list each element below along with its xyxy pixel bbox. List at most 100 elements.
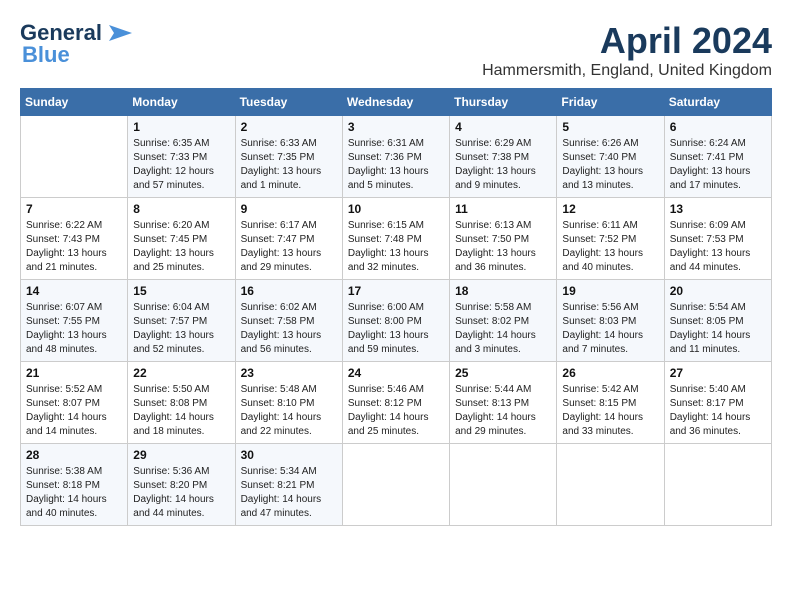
- calendar-cell: [450, 444, 557, 526]
- day-number: 17: [348, 284, 444, 298]
- header-monday: Monday: [128, 89, 235, 116]
- day-info: Sunrise: 5:44 AM Sunset: 8:13 PM Dayligh…: [455, 383, 551, 439]
- day-info: Sunrise: 5:54 AM Sunset: 8:05 PM Dayligh…: [670, 301, 766, 357]
- calendar-week-row: 28 Sunrise: 5:38 AM Sunset: 8:18 PM Dayli…: [21, 444, 772, 526]
- day-info: Sunrise: 6:11 AM Sunset: 7:52 PM Dayligh…: [562, 219, 658, 275]
- day-number: 28: [26, 448, 122, 462]
- calendar-cell: 23 Sunrise: 5:48 AM Sunset: 8:10 PM Dayli…: [235, 362, 342, 444]
- day-number: 8: [133, 202, 229, 216]
- calendar-cell: 26 Sunrise: 5:42 AM Sunset: 8:15 PM Dayli…: [557, 362, 664, 444]
- day-info: Sunrise: 5:56 AM Sunset: 8:03 PM Dayligh…: [562, 301, 658, 357]
- calendar-cell: 21Sunrise: 5:52 AM Sunset: 8:07 PM Dayli…: [21, 362, 128, 444]
- day-number: 11: [455, 202, 551, 216]
- day-number: 18: [455, 284, 551, 298]
- day-number: 5: [562, 120, 658, 134]
- day-info: Sunrise: 5:38 AM Sunset: 8:18 PM Dayligh…: [26, 465, 122, 521]
- day-info: Sunrise: 6:09 AM Sunset: 7:53 PM Dayligh…: [670, 219, 766, 275]
- day-number: 29: [133, 448, 229, 462]
- day-number: 26: [562, 366, 658, 380]
- day-number: 6: [670, 120, 766, 134]
- calendar-cell: 22Sunrise: 5:50 AM Sunset: 8:08 PM Dayli…: [128, 362, 235, 444]
- calendar-cell: 8 Sunrise: 6:20 AM Sunset: 7:45 PM Daylig…: [128, 198, 235, 280]
- calendar-cell: 16Sunrise: 6:02 AM Sunset: 7:58 PM Dayli…: [235, 280, 342, 362]
- day-info: Sunrise: 6:24 AM Sunset: 7:41 PM Dayligh…: [670, 137, 766, 193]
- calendar-cell: 27 Sunrise: 5:40 AM Sunset: 8:17 PM Dayli…: [664, 362, 771, 444]
- day-number: 24: [348, 366, 444, 380]
- calendar-cell: 13 Sunrise: 6:09 AM Sunset: 7:53 PM Dayli…: [664, 198, 771, 280]
- day-number: 30: [241, 448, 337, 462]
- day-number: 2: [241, 120, 337, 134]
- calendar-cell: [557, 444, 664, 526]
- day-info: Sunrise: 6:29 AM Sunset: 7:38 PM Dayligh…: [455, 137, 551, 193]
- day-number: 22: [133, 366, 229, 380]
- day-number: 12: [562, 202, 658, 216]
- day-number: 1: [133, 120, 229, 134]
- header-sunday: Sunday: [21, 89, 128, 116]
- day-info: Sunrise: 5:42 AM Sunset: 8:15 PM Dayligh…: [562, 383, 658, 439]
- calendar-cell: 11 Sunrise: 6:13 AM Sunset: 7:50 PM Dayli…: [450, 198, 557, 280]
- day-number: 14: [26, 284, 122, 298]
- calendar-cell: 9Sunrise: 6:17 AM Sunset: 7:47 PM Daylig…: [235, 198, 342, 280]
- day-number: 23: [241, 366, 337, 380]
- day-number: 9: [241, 202, 337, 216]
- calendar-week-row: 7Sunrise: 6:22 AM Sunset: 7:43 PM Daylig…: [21, 198, 772, 280]
- day-number: 13: [670, 202, 766, 216]
- calendar-cell: 28 Sunrise: 5:38 AM Sunset: 8:18 PM Dayli…: [21, 444, 128, 526]
- logo-arrow-icon: [104, 23, 134, 43]
- day-info: Sunrise: 6:20 AM Sunset: 7:45 PM Dayligh…: [133, 219, 229, 275]
- calendar-cell: 14Sunrise: 6:07 AM Sunset: 7:55 PM Dayli…: [21, 280, 128, 362]
- day-info: Sunrise: 6:33 AM Sunset: 7:35 PM Dayligh…: [241, 137, 337, 193]
- calendar-cell: 4 Sunrise: 6:29 AM Sunset: 7:38 PM Daylig…: [450, 116, 557, 198]
- day-info: Sunrise: 6:35 AM Sunset: 7:33 PM Dayligh…: [133, 137, 229, 193]
- header-friday: Friday: [557, 89, 664, 116]
- day-number: 3: [348, 120, 444, 134]
- header-tuesday: Tuesday: [235, 89, 342, 116]
- calendar-week-row: 14Sunrise: 6:07 AM Sunset: 7:55 PM Dayli…: [21, 280, 772, 362]
- day-number: 4: [455, 120, 551, 134]
- calendar-cell: 15Sunrise: 6:04 AM Sunset: 7:57 PM Dayli…: [128, 280, 235, 362]
- calendar-cell: 12 Sunrise: 6:11 AM Sunset: 7:52 PM Dayli…: [557, 198, 664, 280]
- calendar-cell: [664, 444, 771, 526]
- day-number: 25: [455, 366, 551, 380]
- day-info: Sunrise: 6:13 AM Sunset: 7:50 PM Dayligh…: [455, 219, 551, 275]
- calendar-cell: 7Sunrise: 6:22 AM Sunset: 7:43 PM Daylig…: [21, 198, 128, 280]
- calendar-cell: 2 Sunrise: 6:33 AM Sunset: 7:35 PM Daylig…: [235, 116, 342, 198]
- calendar-cell: 10 Sunrise: 6:15 AM Sunset: 7:48 PM Dayli…: [342, 198, 449, 280]
- day-info: Sunrise: 5:48 AM Sunset: 8:10 PM Dayligh…: [241, 383, 337, 439]
- calendar-table: SundayMondayTuesdayWednesdayThursdayFrid…: [20, 88, 772, 526]
- logo: General Blue: [20, 20, 134, 68]
- title-block: April 2024 Hammersmith, England, United …: [482, 20, 772, 80]
- page-header: General Blue April 2024 Hammersmith, Eng…: [20, 20, 772, 80]
- calendar-cell: 6 Sunrise: 6:24 AM Sunset: 7:41 PM Daylig…: [664, 116, 771, 198]
- header-saturday: Saturday: [664, 89, 771, 116]
- calendar-header-row: SundayMondayTuesdayWednesdayThursdayFrid…: [21, 89, 772, 116]
- day-info: Sunrise: 6:00 AM Sunset: 8:00 PM Dayligh…: [348, 301, 444, 357]
- location-subtitle: Hammersmith, England, United Kingdom: [482, 62, 772, 80]
- calendar-cell: 25 Sunrise: 5:44 AM Sunset: 8:13 PM Dayli…: [450, 362, 557, 444]
- day-number: 21: [26, 366, 122, 380]
- calendar-cell: 1 Sunrise: 6:35 AM Sunset: 7:33 PM Daylig…: [128, 116, 235, 198]
- day-info: Sunrise: 6:15 AM Sunset: 7:48 PM Dayligh…: [348, 219, 444, 275]
- calendar-cell: 18 Sunrise: 5:58 AM Sunset: 8:02 PM Dayli…: [450, 280, 557, 362]
- calendar-cell: 5 Sunrise: 6:26 AM Sunset: 7:40 PM Daylig…: [557, 116, 664, 198]
- calendar-week-row: 21Sunrise: 5:52 AM Sunset: 8:07 PM Dayli…: [21, 362, 772, 444]
- calendar-cell: [342, 444, 449, 526]
- day-number: 7: [26, 202, 122, 216]
- day-info: Sunrise: 6:31 AM Sunset: 7:36 PM Dayligh…: [348, 137, 444, 193]
- day-number: 16: [241, 284, 337, 298]
- calendar-cell: 19Sunrise: 5:56 AM Sunset: 8:03 PM Dayli…: [557, 280, 664, 362]
- day-number: 20: [670, 284, 766, 298]
- day-number: 27: [670, 366, 766, 380]
- day-info: Sunrise: 6:26 AM Sunset: 7:40 PM Dayligh…: [562, 137, 658, 193]
- day-info: Sunrise: 5:46 AM Sunset: 8:12 PM Dayligh…: [348, 383, 444, 439]
- day-info: Sunrise: 5:40 AM Sunset: 8:17 PM Dayligh…: [670, 383, 766, 439]
- calendar-cell: [21, 116, 128, 198]
- header-thursday: Thursday: [450, 89, 557, 116]
- day-number: 10: [348, 202, 444, 216]
- logo-blue: Blue: [22, 42, 70, 68]
- day-number: 15: [133, 284, 229, 298]
- day-info: Sunrise: 5:36 AM Sunset: 8:20 PM Dayligh…: [133, 465, 229, 521]
- calendar-cell: 20 Sunrise: 5:54 AM Sunset: 8:05 PM Dayli…: [664, 280, 771, 362]
- calendar-cell: 3 Sunrise: 6:31 AM Sunset: 7:36 PM Daylig…: [342, 116, 449, 198]
- day-info: Sunrise: 5:58 AM Sunset: 8:02 PM Dayligh…: [455, 301, 551, 357]
